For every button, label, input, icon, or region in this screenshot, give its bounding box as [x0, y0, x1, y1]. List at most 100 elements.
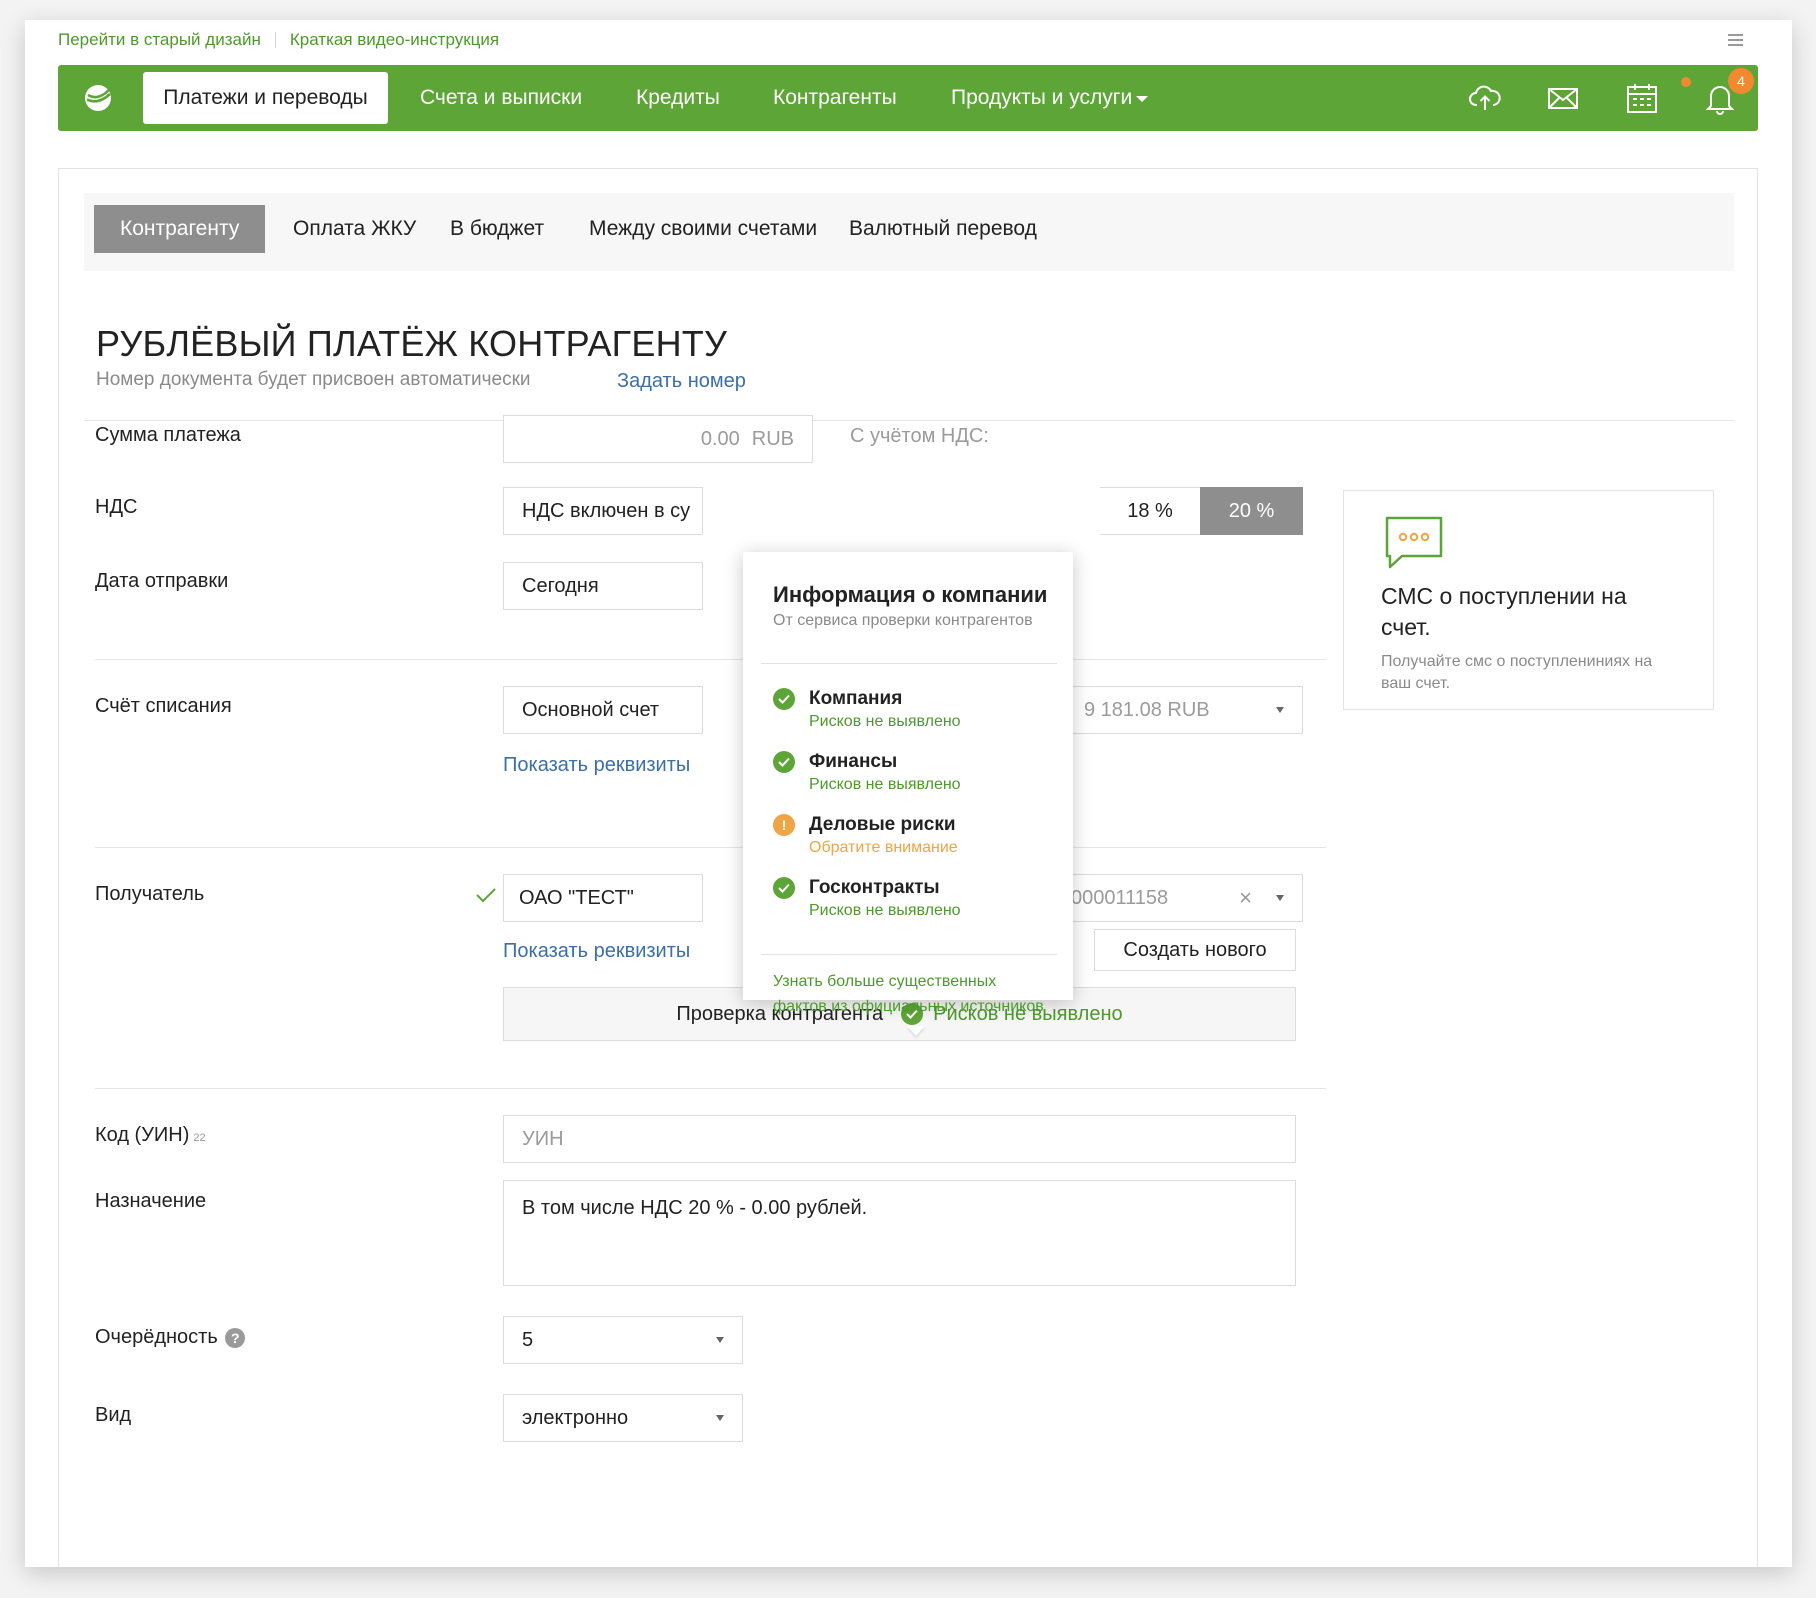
account-label: Счёт списания	[95, 695, 232, 717]
popup-divider	[761, 663, 1057, 664]
nav-payments[interactable]: Платежи и переводы	[143, 72, 388, 124]
recipient-label: Получатель	[95, 883, 205, 905]
create-recipient-button[interactable]: Создать нового	[1094, 929, 1296, 971]
calendar-dot-indicator	[1681, 77, 1691, 87]
uin-label-text: Код (УИН)	[95, 1124, 190, 1146]
clear-icon[interactable]: ×	[1239, 885, 1252, 911]
header-divider	[84, 420, 1734, 421]
app-window: Перейти в старый дизайн Краткая видео-ин…	[25, 20, 1792, 1567]
section-divider	[95, 659, 1326, 660]
purpose-textarea[interactable]: В том числе НДС 20 % - 0.00 рублей.	[503, 1180, 1296, 1286]
priority-label: Очерёдность ?	[95, 1326, 246, 1349]
uin-label: Код (УИН) 22	[95, 1124, 206, 1147]
video-guide-link[interactable]: Краткая видео-инструкция	[290, 30, 499, 50]
purpose-value: В том числе НДС 20 % - 0.00 рублей.	[522, 1197, 868, 1219]
chevron-down-icon	[1276, 895, 1284, 901]
main-nav: Платежи и переводы Счета и выписки Креди…	[58, 65, 1758, 131]
chat-bubble-icon	[1385, 516, 1443, 569]
page-title: РУБЛЁВЫЙ ПЛАТЁЖ КОНТРАГЕНТУ	[96, 323, 728, 364]
popup-title: Информация о компании	[773, 582, 1048, 607]
recipient-select-value: ОАО "ТЕСТ"	[519, 886, 634, 909]
account-select[interactable]: Основной счет	[503, 686, 703, 734]
tab-budget[interactable]: В бюджет	[450, 205, 544, 253]
popup-pointer	[907, 1026, 925, 1036]
nav-accounts[interactable]: Счета и выписки	[420, 65, 582, 131]
vat-18-option[interactable]: 18 %	[1100, 487, 1200, 535]
date-label: Дата отправки	[95, 570, 229, 592]
sms-card-title: СМС о поступлении на счет.	[1381, 583, 1627, 641]
check-circle-icon	[773, 751, 795, 773]
priority-select-value: 5	[522, 1328, 534, 1351]
account-balance-select[interactable]: 9 181.08 RUB	[1065, 686, 1303, 734]
uin-label-sup: 22	[193, 1132, 206, 1144]
section-divider	[95, 847, 1326, 848]
kind-select-value: электронно	[522, 1406, 629, 1429]
kind-label: Вид	[95, 1404, 132, 1426]
risk-item-contracts: Госконтракты Рисков не выявлено	[773, 877, 961, 920]
kind-select[interactable]: электронно	[503, 1394, 743, 1442]
menu-icon[interactable]	[1728, 34, 1743, 46]
risk-item-name: Госконтракты	[809, 877, 940, 898]
chevron-down-icon	[1136, 96, 1149, 102]
amount-label: Сумма платежа	[95, 424, 241, 446]
popup-subtitle: От сервиса проверки контрагентов	[773, 612, 1033, 629]
chevron-down-icon	[1276, 707, 1284, 713]
tab-utilities[interactable]: Оплата ЖКУ	[293, 205, 416, 253]
sms-promo-card[interactable]: СМС о поступлении на счет. Получайте смс…	[1343, 490, 1714, 710]
check-circle-icon	[773, 688, 795, 710]
set-number-link[interactable]: Задать номер	[617, 370, 746, 393]
risk-item-name: Финансы	[809, 751, 898, 772]
popup-more-link[interactable]: Узнать больше существенных фактов из офи…	[773, 969, 1044, 1019]
old-design-link[interactable]: Перейти в старый дизайн	[58, 30, 261, 50]
help-icon[interactable]: ?	[225, 1327, 246, 1348]
sms-card-text: Получайте смс о поступлениниях на ваш сч…	[1381, 653, 1653, 693]
section-divider	[95, 1088, 1326, 1089]
payment-type-tabs: Контрагенту Оплата ЖКУ В бюджет Между св…	[84, 193, 1734, 271]
vat-select-value: НДС включен в су	[522, 499, 691, 522]
nav-credits[interactable]: Кредиты	[636, 65, 720, 131]
priority-label-text: Очерёдность	[95, 1326, 218, 1348]
tab-own-accounts[interactable]: Между своими счетами	[589, 205, 817, 253]
notification-badge: 4	[1728, 68, 1754, 94]
risk-item-finance: Финансы Рисков не выявлено	[773, 751, 961, 794]
priority-select[interactable]: 5	[503, 1316, 743, 1364]
mail-icon[interactable]	[1546, 81, 1580, 115]
warning-icon: !	[773, 814, 795, 836]
vat-20-option[interactable]: 20 %	[1200, 487, 1303, 535]
company-info-popup: Информация о компании От сервиса проверк…	[743, 552, 1073, 1015]
recipient-account-select[interactable]: 000011158 ×	[1065, 874, 1303, 922]
amount-currency: RUB	[751, 427, 794, 450]
calendar-icon[interactable]	[1625, 81, 1659, 115]
account-details-link[interactable]: Показать реквизиты	[503, 754, 690, 777]
amount-input[interactable]: 0.00 RUB	[503, 415, 813, 463]
risk-item-status: Рисков не выявлено	[809, 902, 961, 919]
purpose-label: Назначение	[95, 1190, 207, 1212]
uin-input[interactable]: УИН	[503, 1115, 1296, 1163]
popup-more-line2: фактов из официальных источников	[773, 998, 1044, 1015]
popup-divider	[761, 954, 1057, 955]
risk-item-name: Деловые риски	[809, 814, 956, 835]
recipient-account: 000011158	[1071, 886, 1169, 909]
risk-item-name: Компания	[809, 688, 903, 709]
amount-value: 0.00	[700, 427, 740, 450]
vat-select[interactable]: НДС включен в су	[503, 487, 703, 535]
nav-counterparties[interactable]: Контрагенты	[773, 65, 897, 131]
cloud-upload-icon[interactable]	[1468, 81, 1502, 115]
account-balance: 9 181.08 RUB	[1084, 698, 1210, 721]
recipient-select[interactable]: ОАО "ТЕСТ"	[503, 874, 703, 922]
tab-counterparty[interactable]: Контрагенту	[94, 205, 266, 253]
date-select-value: Сегодня	[522, 574, 599, 597]
account-select-value: Основной счет	[522, 698, 660, 721]
tab-currency-transfer[interactable]: Валютный перевод	[849, 205, 1037, 253]
checkmark-icon	[476, 888, 496, 903]
check-circle-icon	[773, 877, 795, 899]
recipient-details-link[interactable]: Показать реквизиты	[503, 940, 690, 963]
nav-products-label: Продукты и услуги	[951, 86, 1133, 109]
sber-logo-icon[interactable]	[82, 82, 114, 114]
risk-item-status: Обратите внимание	[809, 839, 958, 856]
date-select[interactable]: Сегодня	[503, 562, 703, 610]
page-subtitle: Номер документа будет присвоен автоматич…	[96, 369, 531, 390]
popup-more-line1: Узнать больше существенных	[773, 973, 997, 990]
nav-products[interactable]: Продукты и услуги	[951, 65, 1149, 131]
risk-item-status: Рисков не выявлено	[809, 776, 961, 793]
